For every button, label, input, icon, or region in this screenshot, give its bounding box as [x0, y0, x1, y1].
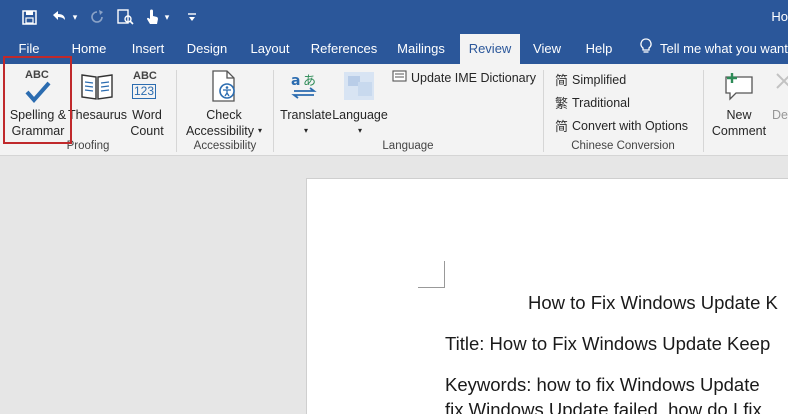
accessibility-icon [210, 69, 240, 108]
check-accessibility-label-line1: Check [206, 108, 242, 122]
document-keywords-line[interactable]: Keywords: how to fix Windows Update [445, 374, 760, 396]
tab-view[interactable]: View [528, 34, 566, 64]
simplified-chinese-icon: 简 [555, 73, 569, 88]
word-count-icon-abc: ABC [133, 70, 157, 82]
document-title-line[interactable]: Title: How to Fix Windows Update Keep [445, 333, 770, 355]
undo-dropdown-icon[interactable]: ▾ [70, 7, 80, 27]
tab-help[interactable]: Help [578, 34, 620, 64]
language-button[interactable]: Language ▾ [332, 67, 388, 139]
language-icon [342, 70, 376, 107]
language-dropdown-icon[interactable]: ▾ [332, 123, 388, 139]
word-count-icon: ABC 123 [132, 70, 162, 100]
ime-dictionary-icon [392, 70, 407, 85]
new-comment-icon [724, 71, 756, 106]
word-count-button[interactable]: ABC 123 Word Count [126, 67, 168, 139]
delete-comment-button: De [772, 67, 788, 139]
title-bar: ▾ ▾ Ho [0, 0, 788, 34]
chinese-conversion-group-label: Chinese Conversion [571, 140, 675, 152]
translate-dropdown-icon[interactable]: ▾ [280, 123, 332, 139]
tab-review[interactable]: Review [460, 34, 520, 64]
traditional-label: Traditional [572, 95, 630, 110]
ribbon-review: ABC Spelling & Grammar Thesaurus ABC 123… [0, 56, 788, 156]
translate-label: Translate [280, 108, 332, 122]
word-count-icon-123: 123 [132, 84, 157, 99]
tab-layout[interactable]: Layout [243, 34, 297, 64]
convert-chinese-icon: 简 [555, 119, 569, 134]
thesaurus-label: Thesaurus [68, 108, 128, 122]
update-ime-dictionary-button[interactable]: Update IME Dictionary [392, 70, 536, 85]
translate-icon: aあ [290, 71, 320, 106]
delete-label: De [772, 108, 788, 122]
convert-with-options-button[interactable]: 简 Convert with Options [555, 116, 688, 135]
translate-button[interactable]: aあ Translate ▾ [280, 67, 332, 139]
document-heading[interactable]: How to Fix Windows Update K [528, 292, 778, 314]
tab-mailings[interactable]: Mailings [392, 34, 450, 64]
touch-dropdown-icon[interactable]: ▾ [162, 7, 172, 27]
highlight-box [3, 56, 72, 144]
customize-qat-icon[interactable] [185, 7, 199, 27]
language-label: Language [332, 108, 388, 122]
thesaurus-book-icon [80, 71, 114, 106]
simplified-label: Simplified [572, 72, 627, 87]
svg-text:a: a [291, 73, 300, 89]
check-accessibility-button[interactable]: Check Accessibility ▾ [180, 67, 268, 139]
document-keywords-line2[interactable]: fix Windows Update failed, how do I fix [445, 399, 762, 414]
simplified-button[interactable]: 简 Simplified [555, 70, 626, 89]
update-ime-dictionary-label: Update IME Dictionary [411, 70, 537, 85]
undo-icon[interactable] [48, 7, 70, 27]
new-comment-button[interactable]: New Comment [708, 67, 770, 139]
convert-with-options-label: Convert with Options [572, 118, 689, 133]
traditional-chinese-icon: 繁 [555, 96, 569, 111]
save-icon[interactable] [20, 7, 38, 27]
margin-corner-mark [418, 261, 445, 288]
check-accessibility-dropdown-icon[interactable]: ▾ [256, 123, 264, 139]
tell-me-search[interactable]: Tell me what you want [640, 34, 788, 64]
window-title: Ho [771, 9, 788, 24]
document-page[interactable]: How to Fix Windows Update K Title: How t… [306, 178, 788, 414]
ribbon-tabs: File Home Insert Design Layout Reference… [0, 34, 788, 64]
traditional-button[interactable]: 繁 Traditional [555, 93, 630, 112]
touch-mode-icon[interactable] [143, 7, 161, 27]
group-separator [703, 70, 704, 152]
word-count-label-line2: Count [130, 124, 164, 138]
delete-icon [774, 71, 788, 96]
tab-references[interactable]: References [306, 34, 382, 64]
redo-icon [88, 7, 106, 27]
tell-me-label: Tell me what you want [660, 41, 788, 56]
tab-design[interactable]: Design [181, 34, 233, 64]
document-area: How to Fix Windows Update K Title: How t… [0, 157, 788, 414]
svg-text:あ: あ [303, 74, 316, 89]
new-comment-label-line2: Comment [711, 124, 767, 138]
word-count-label-line1: Word [132, 108, 162, 122]
thesaurus-button[interactable]: Thesaurus [68, 67, 128, 139]
lightbulb-icon [640, 35, 652, 65]
accessibility-group-label: Accessibility [193, 140, 257, 152]
tab-insert[interactable]: Insert [124, 34, 172, 64]
language-group-label: Language [382, 140, 434, 152]
check-accessibility-label-line2: Accessibility [185, 124, 255, 138]
new-comment-label-line1: New [726, 108, 752, 122]
print-preview-icon[interactable] [115, 7, 135, 27]
